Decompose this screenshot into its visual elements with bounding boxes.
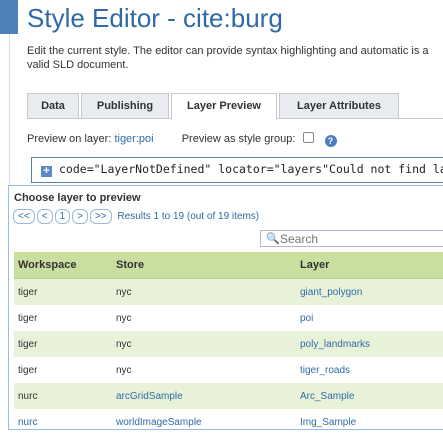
tab-data[interactable]: Data bbox=[27, 93, 79, 119]
tab-layer-attributes[interactable]: Layer Attributes bbox=[279, 93, 399, 119]
intro-text: Edit the current style. The editor can p… bbox=[27, 45, 429, 71]
tab-layer-preview[interactable]: Layer Preview bbox=[171, 93, 277, 120]
cell-store: nyc bbox=[116, 312, 132, 324]
style-editor-area[interactable]: + code="LayerNotDefined" locator="layers… bbox=[31, 157, 443, 183]
preview-group-checkbox[interactable] bbox=[303, 132, 315, 143]
pager-next-button[interactable]: > bbox=[72, 209, 88, 224]
left-accent-bar bbox=[0, 0, 18, 34]
expand-icon[interactable]: + bbox=[41, 166, 52, 177]
cell-workspace: nurc bbox=[14, 383, 112, 409]
cell-workspace: tiger bbox=[14, 331, 112, 357]
table-row[interactable]: nurc arcGridSample Arc_Sample bbox=[14, 383, 443, 409]
editor-error-line: code="LayerNotDefined" locator="layers"C… bbox=[59, 162, 443, 176]
cell-workspace: tiger bbox=[18, 364, 38, 376]
table-row[interactable]: nurc worldImageSample Img_Sample bbox=[14, 409, 443, 435]
table-header-row: Workspace Store Layer bbox=[14, 252, 443, 279]
table-row[interactable]: tiger nyc giant_polygon bbox=[14, 278, 443, 305]
preview-layer-link[interactable]: tiger:poi bbox=[114, 133, 153, 145]
cell-workspace: tiger bbox=[18, 312, 38, 324]
table-row[interactable]: tiger nyc tiger_roads bbox=[14, 357, 443, 383]
cell-store: nyc bbox=[112, 278, 296, 305]
pager-prev-button[interactable]: < bbox=[36, 209, 53, 224]
cell-layer-link[interactable]: Arc_Sample bbox=[296, 383, 443, 409]
tab-publishing[interactable]: Publishing bbox=[81, 93, 169, 119]
cell-layer-link[interactable]: poi bbox=[296, 305, 443, 331]
cell-workspace: tiger bbox=[14, 278, 112, 305]
search-icon: 🔍 bbox=[266, 233, 280, 245]
column-header-store[interactable]: Store bbox=[112, 252, 296, 279]
search-box[interactable]: 🔍 bbox=[260, 230, 443, 247]
cell-layer-link[interactable]: poly_landmarks bbox=[296, 331, 443, 357]
preview-options: Preview on layer: tiger:poi Preview as s… bbox=[27, 132, 337, 147]
cell-layer-link[interactable]: tiger_roads bbox=[296, 357, 443, 383]
preview-layer-label: Preview on layer: bbox=[27, 133, 112, 145]
pager-last-button[interactable]: >> bbox=[89, 209, 112, 224]
cell-workspace: nurc bbox=[18, 416, 38, 428]
preview-group-label: Preview as style group: bbox=[181, 133, 296, 145]
column-header-layer[interactable]: Layer bbox=[296, 252, 443, 279]
help-icon[interactable]: ? bbox=[324, 135, 337, 147]
cell-store: worldImageSample bbox=[116, 416, 202, 428]
search-input[interactable] bbox=[280, 232, 440, 245]
table-row[interactable]: tiger nyc poly_landmarks bbox=[14, 331, 443, 357]
layer-table: Workspace Store Layer tiger nyc giant_po… bbox=[14, 252, 443, 435]
cell-store: nyc bbox=[116, 364, 132, 376]
cell-layer-link[interactable]: Img_Sample bbox=[296, 409, 443, 435]
pager: << <1 > >> Results 1 to 19 (out of 19 items… bbox=[13, 209, 259, 224]
choose-layer-popup: Choose layer to preview << <1 > >> Results … bbox=[8, 185, 443, 430]
pager-page-button[interactable]: 1 bbox=[54, 209, 71, 224]
pager-first-button[interactable]: << bbox=[13, 209, 35, 224]
results-count: Results 1 to 19 (out of 19 items) bbox=[117, 211, 260, 222]
cell-store: arcGridSample bbox=[112, 383, 296, 409]
table-row[interactable]: tiger nyc poi bbox=[14, 305, 443, 331]
popup-title: Choose layer to preview bbox=[14, 192, 141, 204]
column-header-workspace[interactable]: Workspace bbox=[14, 252, 112, 279]
page-title: Style Editor - cite:burg bbox=[27, 3, 283, 33]
cell-store: nyc bbox=[112, 331, 296, 357]
cell-layer-link[interactable]: giant_polygon bbox=[296, 278, 443, 305]
tab-bar: Data Publishing Layer Preview Layer Attr… bbox=[27, 93, 443, 120]
